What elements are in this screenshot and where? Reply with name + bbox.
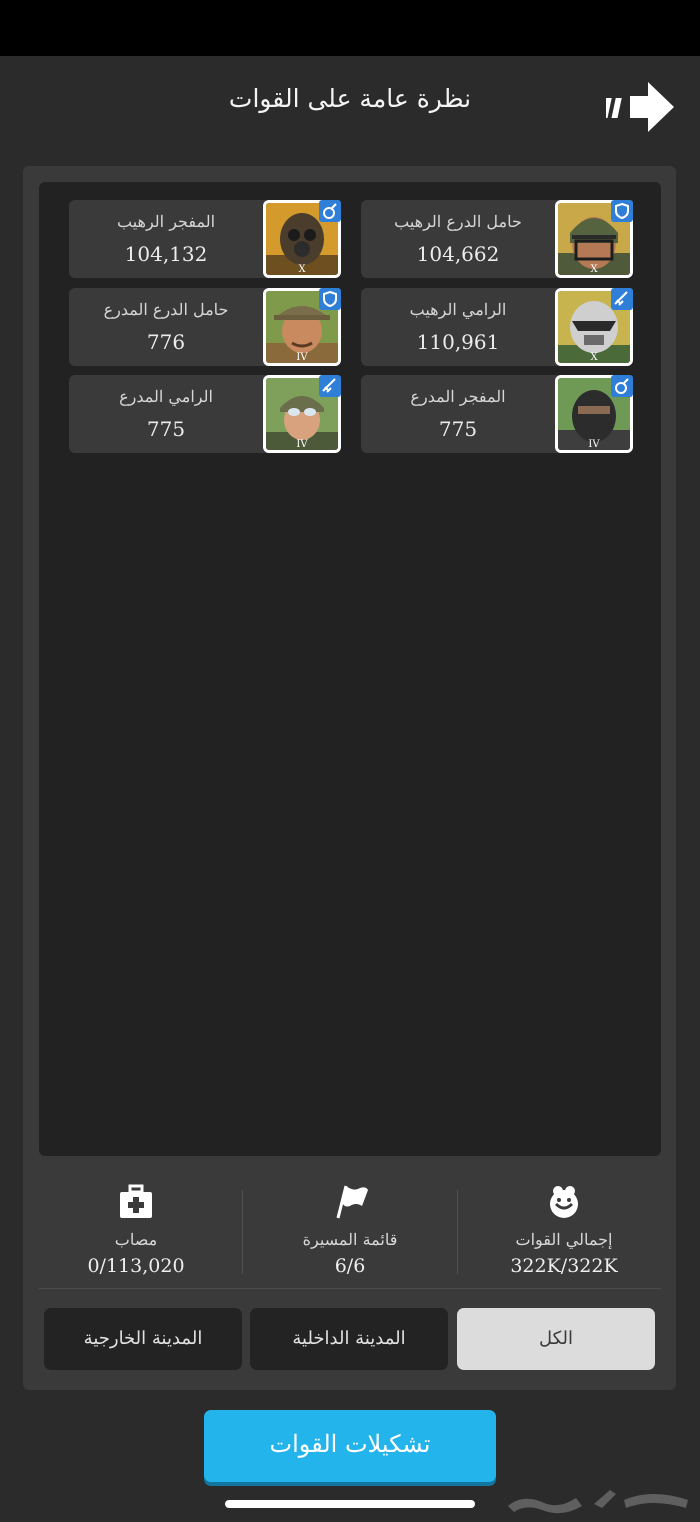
filter-inner-city-button[interactable]: المدينة الداخلية — [250, 1308, 448, 1370]
troop-card-armored-bomber[interactable]: IV المفجر المدرع 775 — [361, 375, 633, 453]
svg-text:IV: IV — [588, 439, 600, 450]
medkit-icon — [120, 1184, 152, 1218]
divider — [457, 1190, 458, 1274]
troop-count: 775 — [438, 417, 478, 441]
divider — [39, 1288, 661, 1289]
troop-card-terrible-shield[interactable]: X حامل الدرع الرهيب 104,662 — [361, 200, 633, 278]
troop-card-armored-shooter[interactable]: IV الرامي المدرع 775 — [69, 375, 341, 453]
stats-row: إجمالي القوات 322K/322K قائمة المسيرة 6/… — [23, 1166, 676, 1286]
troop-card-terrible-shooter[interactable]: X الرامي الرهيب 110,961 — [361, 288, 633, 366]
exit-button[interactable] — [601, 78, 678, 136]
troop-name: المفجر المدرع — [410, 387, 506, 406]
svg-text:X: X — [590, 264, 598, 275]
stat-value: 6/6 — [334, 1255, 366, 1277]
rifle-icon — [611, 288, 633, 310]
exit-arrow-icon — [601, 82, 674, 132]
shield-icon — [319, 288, 341, 310]
header: نظرة عامة على القوات — [0, 56, 700, 156]
svg-text:IV: IV — [296, 352, 308, 363]
svg-text:X: X — [298, 264, 306, 275]
troop-name: الرامي الرهيب — [409, 300, 507, 319]
stat-value: 0/113,020 — [87, 1255, 185, 1277]
troop-count: 110,961 — [416, 330, 500, 354]
troop-count: 104,662 — [416, 242, 500, 266]
filter-outer-city-button[interactable]: المدينة الخارجية — [44, 1308, 242, 1370]
stat-label: مصاب — [114, 1230, 158, 1249]
watermark-logo — [508, 1490, 688, 1514]
filter-all-button[interactable]: الكل — [457, 1308, 655, 1370]
stat-label: قائمة المسيرة — [302, 1230, 398, 1249]
stat-label: إجمالي القوات — [515, 1230, 613, 1249]
troop-name: حامل الدرع الرهيب — [394, 212, 522, 231]
stat-value: 322K/322K — [510, 1255, 618, 1277]
troop-name: المفجر الرهيب — [116, 212, 216, 231]
troop-info: الرامي الرهيب 110,961 — [361, 288, 555, 366]
troop-info: حامل الدرع الرهيب 104,662 — [361, 200, 555, 278]
troop-count: 104,132 — [124, 242, 208, 266]
grenade-icon — [611, 375, 633, 397]
troop-info: الرامي المدرع 775 — [69, 375, 263, 453]
troop-info: المفجر المدرع 775 — [361, 375, 555, 453]
svg-text:X: X — [590, 352, 598, 363]
troop-name: حامل الدرع المدرع — [103, 300, 229, 319]
page-title: نظرة عامة على القوات — [228, 84, 472, 113]
troop-info: حامل الدرع المدرع 776 — [69, 288, 263, 366]
troop-card-terrible-bomber[interactable]: X المفجر الرهيب 104,132 — [69, 200, 341, 278]
troop-count: 776 — [146, 330, 186, 354]
troop-count: 775 — [146, 417, 186, 441]
svg-text:IV: IV — [296, 439, 308, 450]
troop-info: المفجر الرهيب 104,132 — [69, 200, 263, 278]
rifle-icon — [319, 375, 341, 397]
stat-march-queue: قائمة المسيرة 6/6 — [243, 1182, 457, 1278]
troops-panel: X حامل الدرع الرهيب 104,662 X المفجر الر… — [23, 166, 676, 1390]
flag-icon — [336, 1185, 368, 1219]
stat-wounded: مصاب 0/113,020 — [29, 1182, 243, 1278]
troop-formations-button[interactable]: تشكيلات القوات — [204, 1410, 496, 1482]
home-indicator[interactable] — [225, 1500, 475, 1508]
troops-icon — [550, 1186, 578, 1218]
stat-total-troops: إجمالي القوات 322K/322K — [457, 1182, 671, 1278]
troop-list: X حامل الدرع الرهيب 104,662 X المفجر الر… — [39, 182, 661, 1156]
troop-name: الرامي المدرع — [119, 387, 213, 406]
status-bar — [0, 0, 700, 56]
shield-icon — [611, 200, 633, 222]
troop-card-armored-shield[interactable]: IV حامل الدرع المدرع 776 — [69, 288, 341, 366]
grenade-icon — [319, 200, 341, 222]
